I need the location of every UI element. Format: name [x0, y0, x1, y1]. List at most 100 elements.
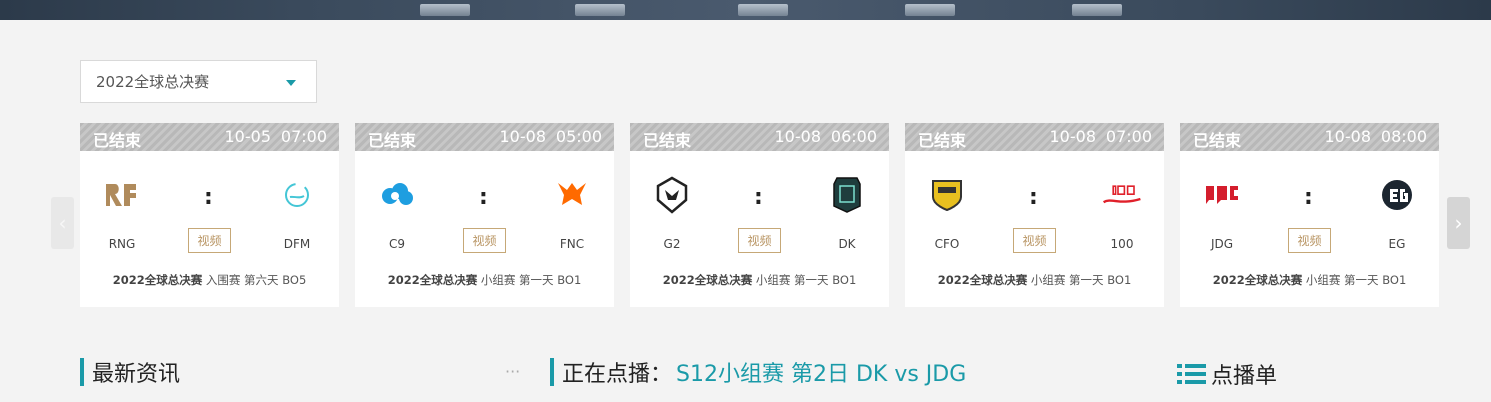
match-date: 10-08 [1324, 127, 1372, 146]
video-button[interactable]: 视频 [1013, 228, 1056, 253]
playlist-label: 点播单 [1211, 364, 1278, 389]
video-button[interactable]: 视频 [1288, 228, 1331, 253]
event-stage: 小组赛 第一天 BO1 [755, 273, 857, 287]
team-name: FNC [559, 237, 585, 251]
video-button[interactable]: 视频 [188, 228, 231, 253]
banner-light [1072, 4, 1122, 16]
match-card-header: 已结束 10-08 06:00 [630, 123, 889, 151]
event-name: 2022全球总决赛 [937, 273, 1028, 287]
team-away[interactable]: DFM [267, 175, 327, 251]
playlist-title[interactable]: 点播单 [1177, 358, 1277, 390]
match-card[interactable]: 已结束 10-08 06:00 G2 : 视频 DK 2022全球总决赛 小组赛… [630, 123, 889, 307]
score-separator: : [1304, 185, 1313, 210]
match-time: 06:00 [830, 127, 877, 146]
now-playing-link[interactable]: S12小组赛 第2日 DK vs JDG [676, 356, 966, 388]
event-stage: 小组赛 第一天 BO1 [1030, 273, 1132, 287]
list-icon [1177, 364, 1206, 384]
score-separator: : [754, 185, 763, 210]
team-name: DFM [283, 237, 311, 251]
event-stage: 小组赛 第一天 BO1 [480, 273, 582, 287]
news-section-title: 最新资讯 [80, 358, 181, 387]
c9-logo-icon [377, 175, 417, 215]
event-name: 2022全球总决赛 [387, 273, 478, 287]
event-name: 2022全球总决赛 [1212, 273, 1303, 287]
team-away[interactable]: EG [1367, 175, 1427, 251]
score-separator: : [1029, 185, 1038, 210]
team-home[interactable]: JDG [1192, 175, 1252, 251]
match-description: 2022全球总决赛 入围赛 第六天 BO5 [80, 272, 339, 288]
team-name: DK [838, 237, 856, 251]
title-accent-bar [550, 358, 554, 386]
chevron-left-icon: ‹ [58, 211, 67, 235]
video-button[interactable]: 视频 [463, 228, 506, 253]
cfo-logo-icon [927, 175, 967, 215]
eg-logo-icon [1377, 175, 1417, 215]
match-card-header: 已结束 10-08 05:00 [355, 123, 614, 151]
chevron-right-icon: › [1454, 211, 1463, 235]
team-home[interactable]: G2 [642, 175, 702, 251]
match-description: 2022全球总决赛 小组赛 第一天 BO1 [905, 272, 1164, 288]
team-name: CFO [934, 237, 960, 251]
team-home[interactable]: C9 [367, 175, 427, 251]
banner-light [420, 4, 470, 16]
team-home[interactable]: CFO [917, 175, 977, 251]
match-status: 已结束 [1193, 131, 1242, 150]
event-name: 2022全球总决赛 [112, 273, 203, 287]
match-card-header: 已结束 10-05 07:00 [80, 123, 339, 151]
event-stage: 小组赛 第一天 BO1 [1305, 273, 1407, 287]
match-description: 2022全球总决赛 小组赛 第一天 BO1 [630, 272, 889, 288]
banner-light [905, 4, 955, 16]
match-card-header: 已结束 10-08 08:00 [1180, 123, 1439, 151]
rng-logo-icon [102, 175, 142, 215]
match-card[interactable]: 已结束 10-08 07:00 CFO : 视频 100 2022全球总决赛 小… [905, 123, 1164, 307]
match-time: 07:00 [280, 127, 327, 146]
match-time: 05:00 [555, 127, 602, 146]
event-name: 2022全球总决赛 [662, 273, 753, 287]
team-away[interactable]: DK [817, 175, 877, 251]
dfm-logo-icon [277, 175, 317, 215]
banner-light [575, 4, 625, 16]
prev-arrow-button[interactable]: ‹ [51, 197, 74, 249]
caret-down-icon [286, 80, 296, 86]
video-button[interactable]: 视频 [738, 228, 781, 253]
match-status: 已结束 [368, 131, 417, 150]
fnc-logo-icon [552, 175, 592, 215]
match-card[interactable]: 已结束 10-08 08:00 JDG : 视频 EG 2022全球总决赛 小组… [1180, 123, 1439, 307]
match-card[interactable]: 已结束 10-05 07:00 RNG : 视频 DFM 2022全球总决赛 入… [80, 123, 339, 307]
score-separator: : [479, 185, 488, 210]
team-name: EG [1388, 237, 1406, 251]
season-select[interactable]: 2022全球总决赛 [80, 60, 317, 103]
match-date: 10-08 [1049, 127, 1097, 146]
team-name: 100 [1110, 237, 1134, 251]
season-select-value: 2022全球总决赛 [96, 73, 210, 91]
dk-logo-icon [827, 175, 867, 215]
team-name: G2 [663, 237, 681, 251]
team-home[interactable]: RNG [92, 175, 152, 251]
team-name: C9 [388, 237, 405, 251]
now-playing-label: 正在点播： [562, 362, 673, 387]
match-status: 已结束 [918, 131, 967, 150]
title-accent-bar [80, 358, 84, 386]
match-card-header: 已结束 10-08 07:00 [905, 123, 1164, 151]
match-status: 已结束 [643, 131, 692, 150]
100t-logo-icon [1102, 175, 1142, 215]
team-name: RNG [108, 237, 136, 251]
team-away[interactable]: 100 [1092, 175, 1152, 251]
news-more-link[interactable]: ··· [505, 362, 520, 381]
match-time: 08:00 [1380, 127, 1427, 146]
match-description: 2022全球总决赛 小组赛 第一天 BO1 [355, 272, 614, 288]
event-stage: 入围赛 第六天 BO5 [205, 273, 307, 287]
g2-logo-icon [652, 175, 692, 215]
match-status: 已结束 [93, 131, 142, 150]
now-playing-title: 正在点播： S12小组赛 第2日 DK vs JDG [550, 356, 966, 388]
team-name: JDG [1210, 237, 1234, 251]
team-away[interactable]: FNC [542, 175, 602, 251]
score-separator: : [204, 185, 213, 210]
news-title: 最新资讯 [92, 362, 181, 387]
match-date: 10-08 [774, 127, 822, 146]
banner-light [738, 4, 788, 16]
match-card[interactable]: 已结束 10-08 05:00 C9 : 视频 FNC 2022全球总决赛 小组… [355, 123, 614, 307]
match-time: 07:00 [1105, 127, 1152, 146]
jdg-logo-icon [1202, 175, 1242, 215]
next-arrow-button[interactable]: › [1447, 197, 1470, 249]
